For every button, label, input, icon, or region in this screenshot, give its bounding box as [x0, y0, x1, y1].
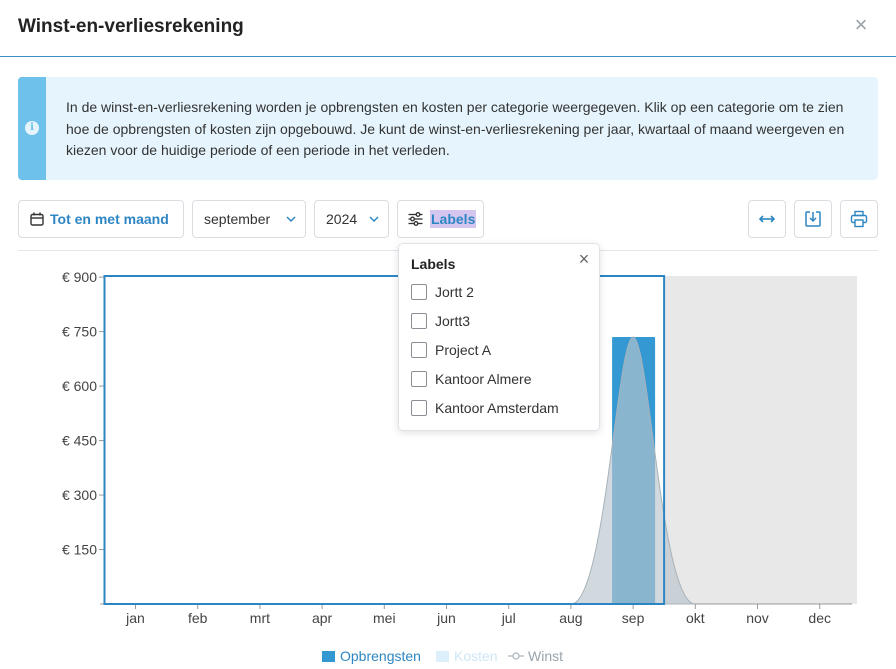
x-tick-label: jan	[125, 610, 145, 626]
dialog-header: Winst-en-verliesrekening ×	[0, 0, 896, 57]
legend-label: Winst	[528, 648, 563, 664]
x-tick-label: dec	[808, 610, 831, 626]
label-option-text: Jortt3	[435, 313, 471, 329]
x-tick-label: aug	[559, 610, 582, 626]
y-tick-label: € 750	[62, 324, 97, 340]
legend-item-winst[interactable]: Winst	[508, 646, 572, 666]
label-option-text: Project A	[435, 342, 492, 358]
x-tick-label: nov	[746, 610, 769, 626]
y-tick-label: € 450	[62, 433, 97, 449]
x-tick-label: feb	[188, 610, 208, 626]
expand-icon	[758, 215, 776, 223]
label-option[interactable]: Kantoor Almere	[411, 369, 591, 389]
label-option[interactable]: Project A	[411, 340, 591, 360]
period-button-label: Tot en met maand	[50, 211, 169, 227]
checkbox[interactable]	[411, 371, 427, 387]
labels-popup-title: Labels	[411, 256, 456, 272]
label-option-text: Jortt 2	[435, 284, 474, 300]
y-tick-label: € 600	[62, 378, 97, 394]
info-icon: i	[25, 121, 39, 135]
y-tick-label: € 150	[62, 542, 97, 558]
year-select[interactable]: 2024	[314, 200, 389, 238]
y-tick-label: € 300	[62, 487, 97, 503]
labels-button[interactable]: Labels	[397, 200, 484, 238]
chevron-down-icon	[286, 216, 296, 223]
y-tick-label: € 900	[62, 269, 97, 285]
x-tick-label: sep	[622, 610, 645, 626]
close-icon[interactable]: ×	[850, 14, 872, 36]
print-icon	[850, 210, 868, 228]
checkbox[interactable]	[411, 313, 427, 329]
calendar-icon	[30, 212, 44, 226]
checkbox[interactable]	[411, 342, 427, 358]
label-option[interactable]: Kantoor Amsterdam	[411, 398, 591, 418]
chevron-down-icon	[369, 216, 379, 223]
label-option-text: Kantoor Almere	[435, 371, 532, 387]
label-option[interactable]: Jortt3	[411, 311, 591, 331]
expand-button[interactable]	[748, 200, 786, 238]
dialog-title: Winst-en-verliesrekening	[18, 16, 244, 37]
print-button[interactable]	[840, 200, 878, 238]
x-tick-label: okt	[686, 610, 705, 626]
future-period-shade	[664, 276, 857, 604]
period-button[interactable]: Tot en met maand	[18, 200, 184, 238]
legend-label: Kosten	[454, 648, 498, 664]
month-select-value: september	[204, 211, 271, 227]
x-tick-label: mei	[373, 610, 396, 626]
sliders-icon	[408, 212, 423, 226]
legend-swatch	[436, 651, 449, 662]
label-option-text: Kantoor Amsterdam	[435, 400, 559, 416]
labels-popup: Labels × Jortt 2 Jortt3 Project A Kantoo…	[398, 243, 600, 431]
x-tick-label: apr	[312, 610, 333, 626]
legend-item-opbrengsten[interactable]: Opbrengsten	[322, 646, 430, 666]
legend-swatch	[322, 651, 335, 662]
month-select[interactable]: september	[192, 200, 306, 238]
chart-legend: Opbrengsten Kosten Winst	[0, 646, 896, 666]
info-strip: i	[18, 77, 46, 180]
close-icon[interactable]: ×	[575, 250, 593, 268]
info-text: In de winst-en-verliesrekening worden je…	[66, 99, 845, 158]
legend-line-marker	[508, 652, 524, 660]
legend-label: Opbrengsten	[340, 648, 421, 664]
checkbox[interactable]	[411, 284, 427, 300]
download-button[interactable]	[794, 200, 832, 238]
x-tick-label: jul	[501, 610, 516, 626]
year-select-value: 2024	[326, 211, 358, 227]
labels-button-label: Labels	[430, 210, 477, 228]
x-tick-label: mrt	[250, 610, 270, 626]
x-tick-label: jun	[436, 610, 456, 626]
info-banner: i In de winst-en-verliesrekening worden …	[18, 77, 878, 180]
label-option[interactable]: Jortt 2	[411, 282, 591, 302]
legend-item-kosten[interactable]: Kosten	[436, 646, 500, 666]
download-icon	[805, 211, 821, 227]
checkbox[interactable]	[411, 400, 427, 416]
